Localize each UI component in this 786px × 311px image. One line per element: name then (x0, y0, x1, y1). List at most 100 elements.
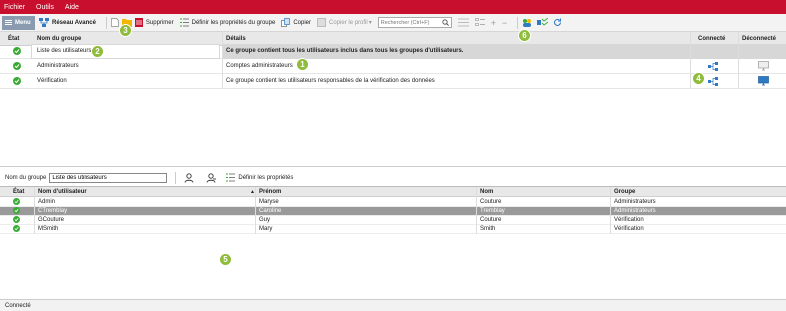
group-name: Administrateurs (37, 63, 79, 69)
menu-outils[interactable]: Outils (36, 4, 54, 11)
col-deconnecte[interactable]: Déconnecté (742, 36, 776, 42)
supprimer-button[interactable]: Supprimer (134, 18, 174, 27)
col-nom-groupe[interactable]: Nom du groupe (37, 36, 81, 42)
col-nom-utilisateur[interactable]: Nom d'utilisateur (38, 189, 87, 195)
callout-badge: 5 (219, 253, 232, 266)
column-separator (476, 187, 477, 234)
callout-badge: 1 (296, 58, 309, 71)
status-bar: Connecté (0, 299, 786, 311)
user-prenom: Guy (259, 217, 271, 223)
user-row[interactable]: MSmith Mary Smith Vérification (0, 225, 786, 234)
hamburger-icon (5, 19, 12, 26)
users-panel-header: Nom du groupe Définir les propriétés (0, 169, 786, 186)
callout-badge: 6 (518, 29, 531, 42)
column-separator (690, 32, 691, 89)
search-box[interactable] (377, 17, 452, 28)
user-nom: Smith (480, 226, 496, 232)
toolbar-divider (105, 16, 107, 29)
user-groupe: Vérification (614, 226, 644, 232)
toolbar: Menu Réseau Avancé Supprimer Définir les… (0, 14, 786, 32)
menu-bar: Fichier Outils Aide (0, 0, 786, 14)
users-icon[interactable] (522, 18, 532, 27)
monitor-connected-icon[interactable] (758, 76, 769, 86)
add-user-icon[interactable] (184, 172, 194, 183)
user-name: MSmith (38, 226, 59, 232)
callout-badge: 3 (119, 24, 132, 37)
col-groupe[interactable]: Groupe (614, 189, 635, 195)
col-nom[interactable]: Nom (480, 189, 493, 195)
user-nom: Couture (480, 217, 502, 223)
col-connecte[interactable]: Connecté (698, 36, 725, 42)
user-name: Admin (38, 199, 56, 205)
user-groupe: Administrateurs (614, 208, 656, 214)
user-prenom: Maryse (259, 199, 279, 205)
group-row[interactable]: Liste des utilisateurs Ce groupe contien… (0, 44, 786, 59)
group-details: Comptes administrateurs (226, 63, 293, 69)
users-header-row: État Nom d'utilisateur ▲ Prénom Nom Grou… (0, 187, 786, 197)
group-details: Ce groupe contient les utilisateurs resp… (226, 78, 435, 84)
user-name: GCouture (38, 217, 65, 223)
copier-button[interactable]: Copier (281, 18, 311, 27)
list-view-icon[interactable] (457, 18, 469, 27)
chevron-down-icon: ▾ (368, 20, 372, 26)
status-ok-icon (13, 46, 21, 56)
menu-aide[interactable]: Aide (65, 4, 79, 11)
copy-icon (281, 18, 291, 27)
group-row[interactable]: Vérification Ce groupe contient les util… (0, 74, 786, 89)
col-prenom[interactable]: Prénom (259, 189, 281, 195)
copier-profil-button[interactable]: Copier le profil ▾ (317, 18, 372, 27)
group-row[interactable]: Administrateurs Comptes administrateurs (0, 59, 786, 74)
group-name-label: Nom du groupe (5, 174, 47, 181)
users-grid: État Nom d'utilisateur ▲ Prénom Nom Grou… (0, 186, 786, 298)
user-prenom: Mary (259, 226, 273, 232)
column-separator (34, 187, 35, 234)
network-status-icon[interactable] (537, 18, 549, 27)
user-row-selected[interactable]: CTremblay Caroline Tremblay Administrate… (0, 207, 786, 216)
callout-badge: 2 (91, 45, 104, 58)
col-etat[interactable]: État (8, 36, 19, 42)
callout-badge: 4 (692, 72, 705, 85)
user-groupe: Vérification (614, 217, 644, 223)
monitor-disconnected-icon[interactable] (758, 61, 769, 71)
properties-list-icon (179, 18, 189, 27)
menu-button[interactable]: Menu (2, 15, 35, 30)
properties-list-icon[interactable] (226, 173, 236, 182)
group-details: Ce groupe contient tous les utilisateurs… (226, 48, 464, 54)
network-icon (39, 18, 49, 27)
status-ok-icon (13, 198, 20, 206)
divider (175, 171, 177, 184)
col-etat[interactable]: État (13, 189, 24, 195)
status-ok-icon (13, 61, 21, 71)
plus-icon[interactable]: + (491, 18, 496, 28)
user-nom: Tremblay (480, 208, 505, 214)
user-prenom: Caroline (259, 208, 282, 214)
groups-grid: État Nom du groupe Détails Connecté Déco… (0, 32, 786, 167)
minus-icon[interactable]: − (502, 18, 507, 28)
new-document-icon[interactable] (111, 18, 119, 27)
search-input[interactable] (380, 19, 439, 26)
group-name: Vérification (37, 78, 67, 84)
definir-proprietes-groupe-button[interactable]: Définir les propriétés du groupe (179, 18, 275, 27)
remove-user-icon[interactable] (206, 172, 217, 183)
user-name: CTremblay (38, 208, 68, 214)
detail-view-icon[interactable] (474, 18, 485, 27)
refresh-icon[interactable] (553, 18, 562, 27)
network-connected-icon[interactable] (708, 77, 718, 86)
copy-profile-icon (317, 18, 326, 27)
group-name-field[interactable] (49, 172, 168, 183)
user-row[interactable]: Admin Maryse Couture Administrateurs (0, 198, 786, 207)
reseau-avance-button[interactable]: Réseau Avancé (39, 18, 96, 27)
column-separator (738, 32, 739, 89)
definir-proprietes-button[interactable]: Définir les propriétés (238, 175, 293, 181)
user-row[interactable]: GCouture Guy Couture Vérification (0, 216, 786, 225)
col-details[interactable]: Détails (226, 36, 246, 42)
status-ok-icon (13, 216, 20, 224)
column-separator (255, 187, 256, 234)
menu-fichier[interactable]: Fichier (4, 4, 25, 11)
delete-icon (134, 18, 143, 27)
connection-status: Connecté (5, 302, 31, 309)
column-separator (610, 187, 611, 234)
network-connected-icon[interactable] (708, 62, 718, 71)
search-icon[interactable] (442, 19, 449, 26)
status-ok-icon (13, 225, 20, 233)
